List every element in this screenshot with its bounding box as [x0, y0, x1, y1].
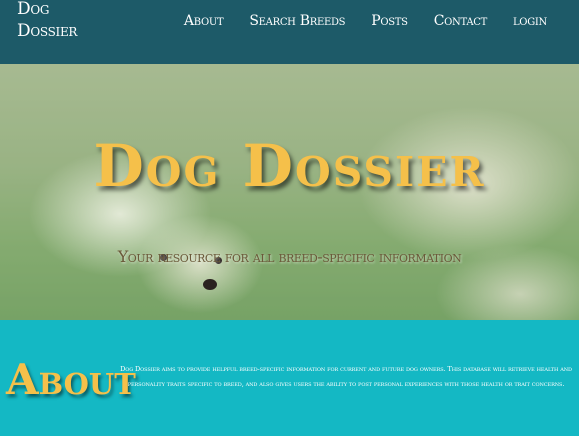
hero-banner: Dog Dossier Your resource for all breed-… — [0, 64, 579, 320]
brand-logo-link[interactable]: Dog Dossier — [17, 0, 77, 42]
nav-link-login[interactable]: login — [513, 13, 547, 29]
nav-links: About Search Breeds Posts Contact login — [184, 13, 547, 29]
nav-link-about[interactable]: About — [184, 13, 224, 29]
hero-title: Dog Dossier — [93, 132, 486, 200]
about-description: Dog Dossier aims to provide helpful bree… — [120, 365, 572, 388]
hero-subtitle: Your resource for all breed-specific inf… — [117, 247, 462, 266]
nav-link-posts[interactable]: Posts — [371, 13, 408, 29]
about-section: About Dog Dossier aims to provide helpfu… — [0, 320, 579, 436]
nav-link-contact[interactable]: Contact — [434, 13, 488, 29]
navbar: Dog Dossier About Search Breeds Posts Co… — [0, 0, 579, 64]
nav-link-search-breeds[interactable]: Search Breeds — [249, 13, 345, 29]
puppy-nose — [203, 279, 217, 290]
